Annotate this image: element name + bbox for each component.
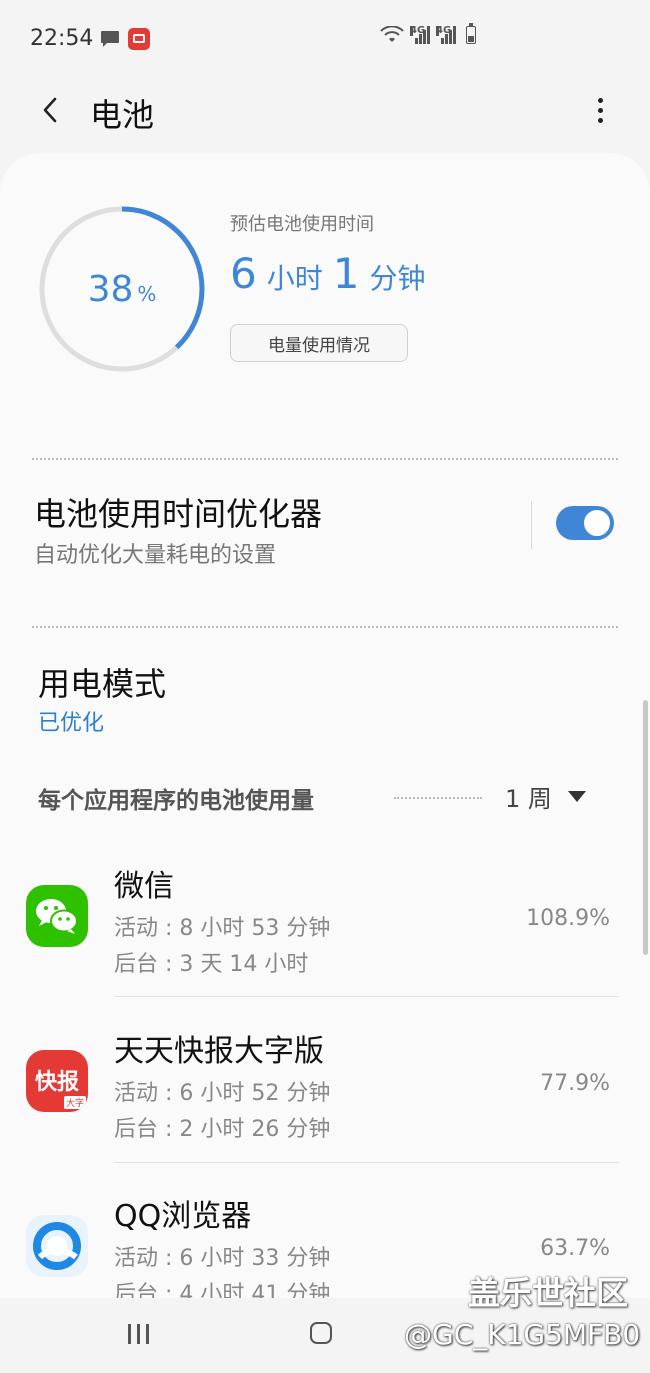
signal-4g-icon: 4G <box>436 26 456 44</box>
optimizer-toggle[interactable] <box>556 506 614 540</box>
estimate-label: 预估电池使用时间 <box>230 214 374 235</box>
app-name: QQ浏览器 <box>114 1199 252 1234</box>
estimate-hours-unit: 小时 <box>266 262 323 295</box>
kuaibao-icon: 快报 大字 <box>26 1050 88 1112</box>
estimate-minutes: 1 <box>332 249 360 298</box>
app-background-time: 后台 : 3 天 14 小时 <box>114 952 309 977</box>
battery-usage-button[interactable]: 电量使用情况 <box>230 324 408 362</box>
battery-percent-value: 38 <box>87 268 134 310</box>
section-divider <box>32 626 618 628</box>
kuaibao-icon-text: 快报 <box>34 1070 79 1095</box>
optimizer-title: 电池使用时间优化器 <box>34 495 323 533</box>
section-divider <box>32 458 618 460</box>
toggle-knob <box>582 508 612 538</box>
qq-browser-icon <box>26 1215 88 1277</box>
more-options-button[interactable] <box>580 88 620 132</box>
app-active-time: 活动 : 6 小时 33 分钟 <box>114 1246 331 1271</box>
wifi-icon <box>380 26 404 42</box>
back-button[interactable] <box>30 88 70 132</box>
toggle-divider <box>531 501 532 549</box>
scrollbar[interactable] <box>643 700 648 955</box>
estimate-hours: 6 <box>230 249 257 298</box>
app-usage-percent: 108.9% <box>526 906 610 931</box>
status-time: 22:54 <box>30 26 94 51</box>
network-label: 4G <box>410 25 426 36</box>
app-background-time: 后台 : 2 小时 26 分钟 <box>114 1117 331 1142</box>
wechat-icon <box>26 885 88 947</box>
signal-4g-icon: 4G <box>410 26 430 44</box>
dropdown-caret-icon <box>567 791 586 802</box>
network-label: 4G <box>436 25 452 36</box>
app-active-time: 活动 : 6 小时 52 分钟 <box>114 1081 331 1106</box>
status-system-icons: 4G 4G <box>380 23 476 44</box>
app-usage-percent: 63.7% <box>540 1236 610 1261</box>
app-bar: 电池 <box>0 80 650 144</box>
row-divider <box>114 996 619 997</box>
optimizer-subtitle: 自动优化大量耗电的设置 <box>34 543 277 568</box>
app-usage-row[interactable]: 微信 活动 : 8 小时 53 分钟 后台 : 3 天 14 小时 108.9% <box>0 833 640 993</box>
app-usage-percent: 77.9% <box>540 1071 610 1096</box>
kuaibao-icon-badge: 大字 <box>63 1096 86 1109</box>
app-usage-header: 每个应用程序的电池使用量 <box>38 788 314 814</box>
watermark-title: 盖乐世社区 <box>468 1274 629 1312</box>
recent-apps-button[interactable] <box>128 1324 149 1344</box>
back-arrow-icon <box>43 97 57 123</box>
app-usage-row[interactable]: 快报 大字 天天快报大字版 活动 : 6 小时 52 分钟 后台 : 2 小时 … <box>0 998 640 1158</box>
page-title: 电池 <box>90 96 155 134</box>
battery-percent-sign: % <box>137 282 157 306</box>
estimate-minutes-unit: 分钟 <box>369 262 426 295</box>
period-value: 1 周 <box>505 785 552 813</box>
estimate-time: 6 小时 1 分钟 <box>230 249 426 298</box>
status-bar: 22:54 4G 4G <box>0 0 650 80</box>
power-mode-title: 用电模式 <box>38 665 167 703</box>
header-dots <box>394 797 482 799</box>
app-notification-icon <box>128 28 150 50</box>
period-selector[interactable]: 1 周 <box>505 779 586 814</box>
app-name: 微信 <box>114 869 174 904</box>
battery-percent: 38 % <box>38 205 206 373</box>
home-icon[interactable] <box>310 1322 332 1344</box>
message-icon <box>101 31 119 47</box>
more-vert-icon <box>597 97 603 103</box>
app-name: 天天快报大字版 <box>114 1034 324 1069</box>
status-notification-icons <box>100 28 150 50</box>
power-mode-value: 已优化 <box>38 711 105 736</box>
app-active-time: 活动 : 8 小时 53 分钟 <box>114 916 331 941</box>
battery-card: 38 % 预估电池使用时间 6 小时 1 分钟 电量使用情况 电池使用时间优化器… <box>0 153 650 1298</box>
battery-icon <box>466 23 476 44</box>
app-background-time: 后台 : 4 小时 41 分钟 <box>114 1282 331 1298</box>
watermark-id: @GC_K1G5MFB0 <box>404 1318 641 1351</box>
recent-apps-icon <box>128 1324 131 1344</box>
